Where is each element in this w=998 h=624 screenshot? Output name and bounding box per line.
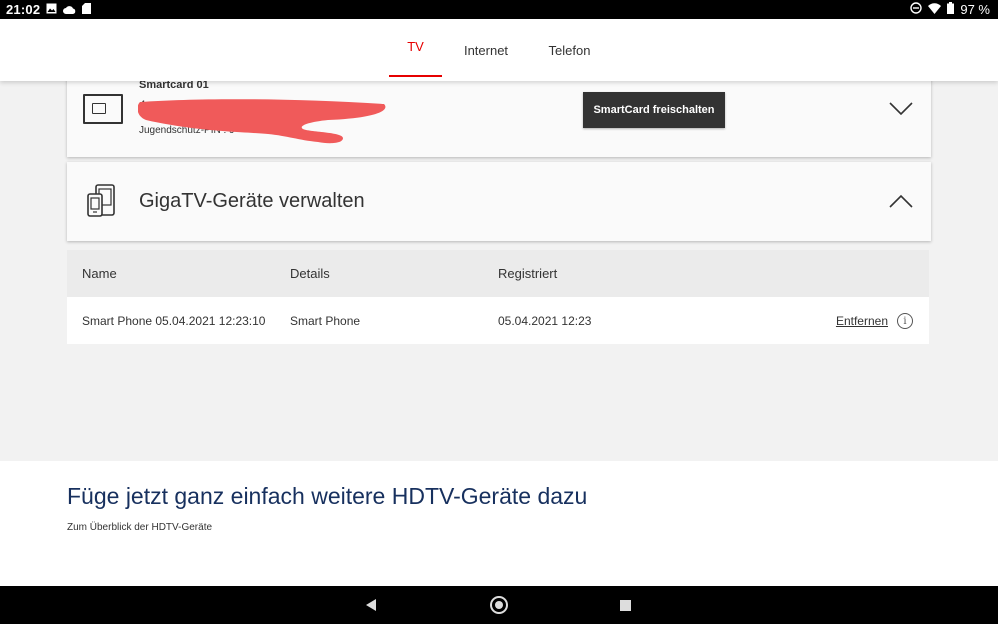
- chevron-up-icon[interactable]: [889, 194, 913, 208]
- remove-device-link[interactable]: Entfernen: [836, 297, 888, 344]
- cloud-icon: [63, 2, 76, 17]
- tab-tv[interactable]: TV: [389, 15, 442, 77]
- status-right: 97 %: [910, 2, 990, 17]
- image-icon: [46, 2, 57, 17]
- hdtv-overview-link[interactable]: Zum Überblick der HDTV-Geräte: [67, 522, 212, 533]
- status-time: 21:02: [6, 2, 41, 17]
- top-tab-bar: TV Internet Telefon: [0, 19, 998, 81]
- promo-section: Füge jetzt ganz einfach weitere HDTV-Ger…: [0, 461, 998, 586]
- devices-table: Name Details Registriert Smart Phone 05.…: [67, 250, 929, 344]
- tab-internet[interactable]: Internet: [458, 19, 514, 81]
- smartcard-icon: [83, 94, 123, 124]
- battery-icon: [947, 2, 955, 17]
- status-bar: 21:02 97 %: [0, 0, 998, 19]
- smartcard-card[interactable]: Smartcard 01 4 Jugendschutz-PIN : 9 Smar…: [67, 70, 931, 157]
- table-row: Smart Phone 05.04.2021 12:23:10 Smart Ph…: [67, 297, 929, 344]
- gigatv-title: GigaTV-Geräte verwalten: [139, 190, 365, 212]
- header-registered: Registriert: [498, 266, 558, 281]
- system-nav-bar: [0, 586, 998, 624]
- status-left: 21:02: [6, 2, 92, 17]
- wifi-icon: [928, 2, 942, 17]
- redaction-mark: [138, 99, 386, 144]
- battery-level: 97 %: [960, 2, 990, 17]
- screen: 21:02 97 % TV Internet Telefon Smartcard…: [0, 0, 998, 624]
- table-header: Name Details Registriert: [67, 250, 929, 297]
- back-icon[interactable]: [366, 599, 376, 611]
- dnd-icon: [910, 2, 923, 17]
- header-details: Details: [290, 266, 330, 281]
- unlock-smartcard-button[interactable]: SmartCard freischalten: [583, 92, 725, 128]
- header-name: Name: [82, 266, 117, 281]
- gigatv-devices-card[interactable]: GigaTV-Geräte verwalten: [67, 162, 931, 241]
- home-icon[interactable]: [490, 596, 508, 614]
- devices-icon: [87, 184, 115, 217]
- device-registered: 05.04.2021 12:23: [498, 313, 592, 328]
- device-details: Smart Phone: [290, 313, 361, 328]
- info-icon[interactable]: i: [897, 313, 913, 329]
- device-name: Smart Phone 05.04.2021 12:23:10: [82, 313, 266, 328]
- tab-telefon[interactable]: Telefon: [545, 19, 594, 81]
- promo-title: Füge jetzt ganz einfach weitere HDTV-Ger…: [67, 483, 588, 509]
- chevron-down-icon[interactable]: [889, 102, 913, 116]
- sd-card-icon: [82, 2, 92, 17]
- recent-apps-icon[interactable]: [620, 600, 631, 611]
